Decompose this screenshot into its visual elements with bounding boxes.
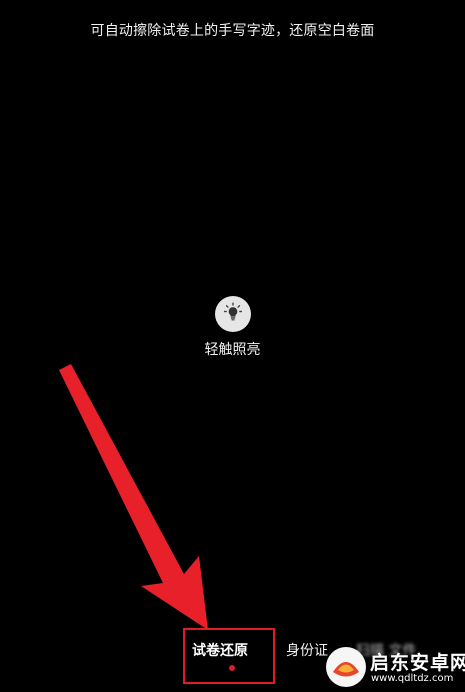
- watermark-title: 启东安卓网: [370, 652, 465, 674]
- site-watermark: 启东安卓网 www.qdltdz.com: [326, 645, 465, 689]
- watermark-logo-icon: [326, 647, 366, 687]
- highlight-box-annotation: [183, 628, 275, 684]
- torch-label: 轻触照亮: [204, 342, 261, 358]
- lightbulb-icon: [223, 302, 243, 326]
- mode-tab-id-card[interactable]: 身份证: [286, 640, 328, 660]
- watermark-url: www.qdltdz.com: [371, 673, 454, 684]
- scan-hint-text: 可自动擦除试卷上的手写字迹，还原空白卷面: [90, 23, 375, 39]
- torch-button[interactable]: [215, 296, 251, 332]
